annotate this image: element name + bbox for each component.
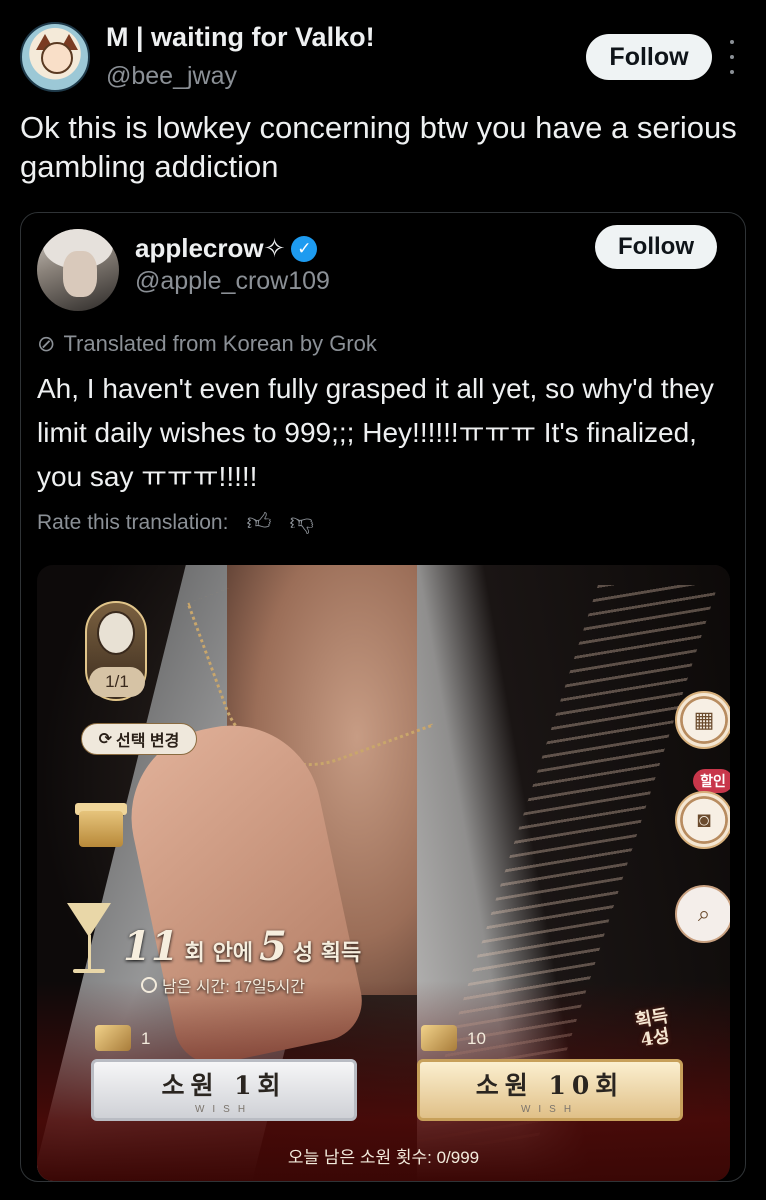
wish-10-button: 소원 10회 WISH [417, 1059, 683, 1121]
cocktail-glass-icon [59, 897, 119, 977]
banner-number-11: 11 [123, 923, 179, 970]
banner-text-1: 회 안에 [184, 940, 254, 966]
rate-translation: Rate this translation: 👍︎ 👎︎ [37, 509, 314, 537]
change-selection-button: ⟳ 선택 변경 [81, 723, 197, 755]
daily-wish-remaining: 오늘 남은 소원 횟수: 0/999 [287, 1148, 480, 1167]
quoted-tweet[interactable]: applecrow✧ ✓ @apple_crow109 Follow ⊘ Tra… [20, 212, 746, 1182]
gift-box-icon [71, 793, 135, 857]
quoted-tweet-text: Ah, I haven't even fully grasped it all … [37, 373, 714, 492]
quoted-follow-button[interactable]: Follow [595, 225, 717, 269]
card-pack-icon: ▦ [675, 691, 730, 749]
translation-note-text: Translated from Korean by Grok [63, 331, 377, 356]
change-selection-label: 선택 변경 [116, 733, 180, 750]
wish-1-button: 소원 1회 WISH [91, 1059, 357, 1121]
wish-10-label: 소원 10회 [475, 1070, 625, 1100]
verified-badge-icon: ✓ [291, 235, 318, 262]
ticket-cost-1: 1 [141, 1029, 151, 1048]
wish-10-sub: WISH [520, 1103, 580, 1115]
discount-badge: 할인 [693, 769, 730, 793]
ticket-cost-10: 10 [467, 1029, 486, 1048]
wish-1-sub: WISH [194, 1103, 254, 1115]
quoted-author-handle[interactable]: @apple_crow109 [135, 267, 330, 296]
rate-translation-label: Rate this translation: [37, 511, 229, 534]
author-name[interactable]: M | waiting for Valko! [106, 22, 375, 53]
translate-slash-icon: ⊘ [37, 331, 56, 356]
more-options-icon[interactable] [726, 40, 738, 74]
banner-number-5: 5 [259, 923, 287, 970]
wish-ticket-icon [421, 1025, 457, 1051]
quoted-author-name-row[interactable]: applecrow✧ ✓ [135, 233, 318, 264]
four-star-guarantee-badge: 획득 4성 [634, 1005, 674, 1051]
remaining-time: 남은 시간: 17일5시간 [141, 973, 305, 997]
wish-ticket-icon [95, 1025, 131, 1051]
follow-button[interactable]: Follow [586, 34, 712, 80]
tweet-text: Ok this is lowkey concerning btw you hav… [20, 110, 737, 184]
remaining-time-text: 남은 시간: 17일5시간 [162, 979, 306, 996]
author-handle[interactable]: @bee_jway [106, 62, 237, 91]
banner-text-2: 성 획득 [292, 940, 362, 966]
avatar-face [41, 42, 73, 74]
probability-info-icon: ⌕ [675, 885, 730, 943]
quoted-author-name[interactable]: applecrow✧ [135, 233, 285, 264]
banner-title: 11 회 안에 5 성 획득 [123, 923, 361, 970]
thumbs-down-icon[interactable]: 👎︎ [290, 509, 314, 537]
tweet: M | waiting for Valko! @bee_jway Follow … [0, 0, 766, 1200]
character-slot-count: 1/1 [89, 667, 145, 697]
refresh-icon: ⟳ [98, 731, 113, 748]
wish-1-label: 소원 1회 [161, 1070, 287, 1100]
author-avatar[interactable] [20, 22, 90, 92]
thumbs-up-icon[interactable]: 👍︎ [246, 509, 271, 537]
game-screenshot[interactable]: 1/1 ⟳ 선택 변경 ▦ 할인 ◙ ⌕ 11 회 안에 5 성 획득 남은 시… [37, 565, 730, 1181]
shop-bag-icon: ◙ [675, 791, 730, 849]
quoted-author-avatar[interactable] [37, 229, 119, 311]
clock-icon [141, 977, 157, 993]
translation-note: ⊘ Translated from Korean by Grok [37, 331, 377, 357]
